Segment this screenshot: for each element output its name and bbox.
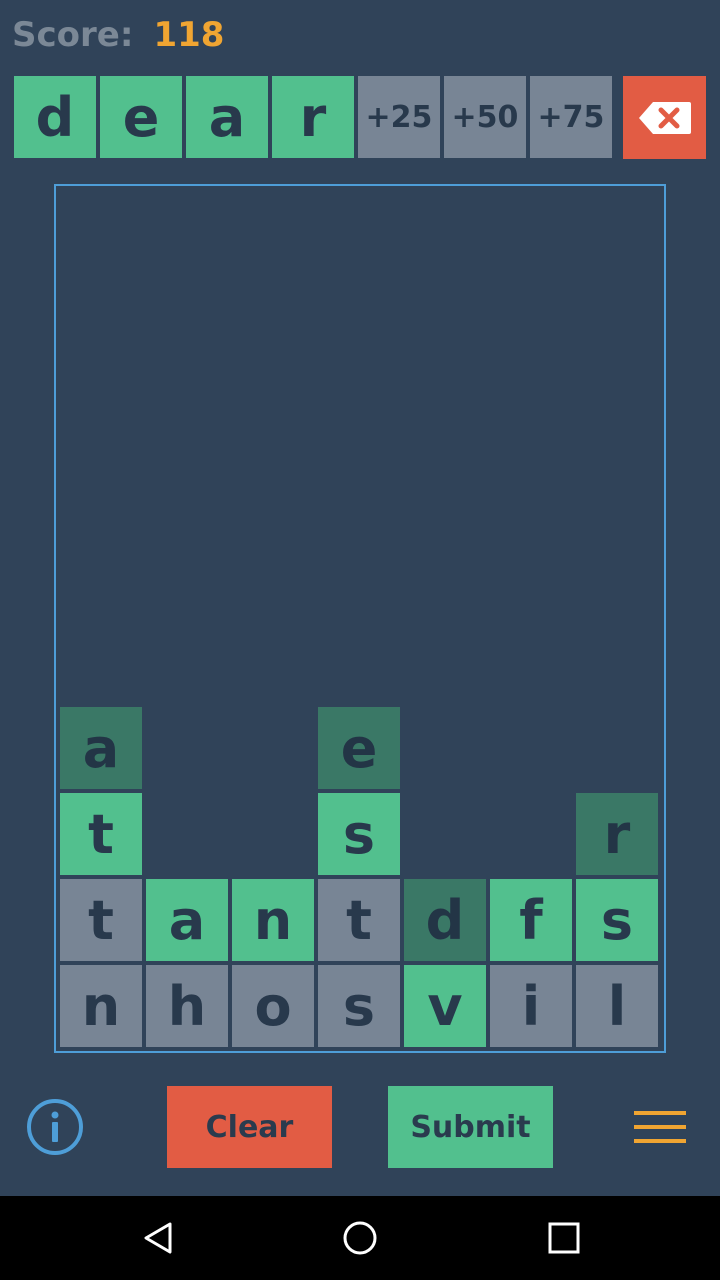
info-icon [27, 1099, 83, 1155]
submit-button[interactable]: Submit [388, 1086, 553, 1168]
score-label: Score: [12, 15, 134, 55]
word-letter-tile[interactable]: r [272, 76, 354, 158]
board-letter-tile[interactable]: l [576, 965, 658, 1047]
board-letter-tile[interactable]: n [232, 879, 314, 961]
info-button[interactable] [26, 1098, 84, 1156]
board-letter-tile[interactable]: t [60, 793, 142, 875]
score-value: 118 [153, 15, 225, 55]
board-letter-tile[interactable]: v [404, 965, 486, 1047]
menu-button[interactable] [634, 1108, 688, 1148]
word-letter-tile[interactable]: a [186, 76, 268, 158]
bonus-tile: +25 [358, 76, 440, 158]
bonus-tile: +75 [530, 76, 612, 158]
board-letter-tile[interactable]: s [576, 879, 658, 961]
clear-button[interactable]: Clear [167, 1086, 332, 1168]
bonus-tile: +50 [444, 76, 526, 158]
board-letter-tile[interactable]: e [318, 707, 400, 789]
home-icon[interactable] [342, 1220, 378, 1256]
board-letter-tile[interactable]: s [318, 793, 400, 875]
board-letter-tile[interactable]: i [490, 965, 572, 1047]
board-letter-tile[interactable]: s [318, 965, 400, 1047]
backspace-button[interactable] [623, 76, 706, 159]
board-letter-tile[interactable]: t [60, 879, 142, 961]
board-letter-tile[interactable]: f [490, 879, 572, 961]
board-letter-tile[interactable]: t [318, 879, 400, 961]
back-icon[interactable] [140, 1220, 176, 1256]
board-letter-tile[interactable]: a [146, 879, 228, 961]
board-letter-tile[interactable]: n [60, 965, 142, 1047]
word-letter-tile[interactable]: e [100, 76, 182, 158]
word-letter-tile[interactable]: d [14, 76, 96, 158]
board-letter-tile[interactable]: h [146, 965, 228, 1047]
score-display: Score: 118 [12, 12, 224, 58]
board-letter-tile[interactable]: a [60, 707, 142, 789]
board-letter-tile[interactable]: d [404, 879, 486, 961]
system-nav-bar [0, 1196, 720, 1280]
board-letter-tile[interactable]: o [232, 965, 314, 1047]
backspace-icon [638, 101, 691, 134]
recents-icon[interactable] [546, 1220, 582, 1256]
board-letter-tile[interactable]: r [576, 793, 658, 875]
hamburger-menu-icon [634, 1111, 686, 1143]
